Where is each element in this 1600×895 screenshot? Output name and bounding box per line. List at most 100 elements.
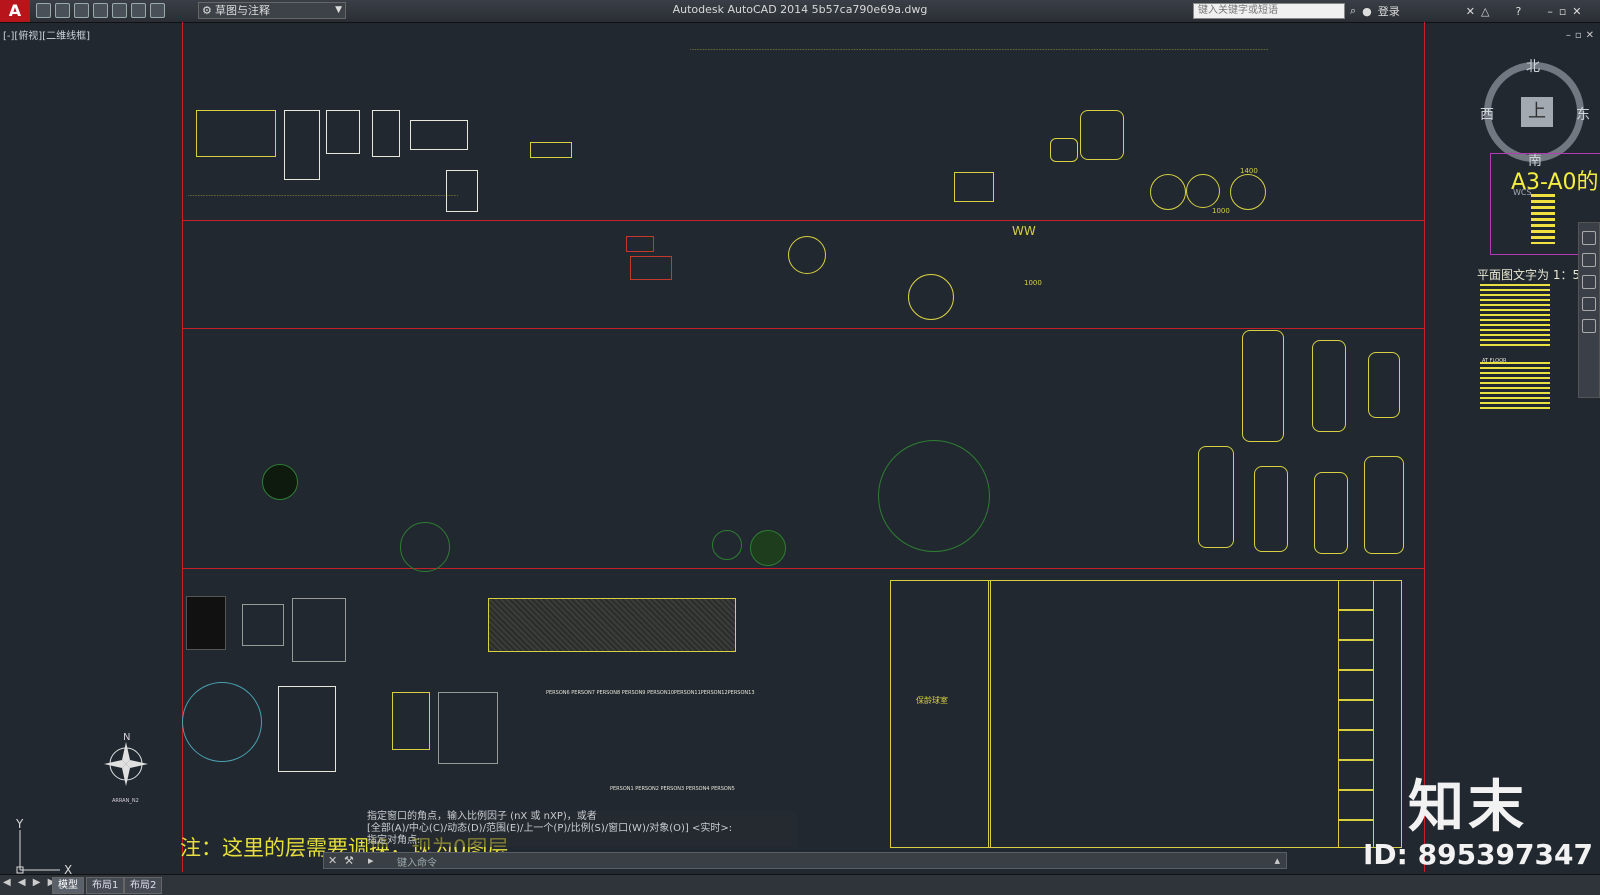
plant-block [262, 464, 298, 500]
watermark-id: ID: 895397347 [1363, 838, 1593, 871]
viewport-controls: – ▫ ✕ [1566, 30, 1594, 41]
viewcube-east[interactable]: 东 [1576, 104, 1590, 124]
plant-block [750, 530, 786, 566]
navigation-bar[interactable] [1578, 222, 1600, 398]
tab-model[interactable]: 模型 [52, 877, 84, 894]
minimize-icon[interactable]: – [1547, 5, 1553, 18]
text-legend-block [1480, 284, 1550, 346]
viewcube-west[interactable]: 西 [1480, 104, 1494, 124]
ww-label: WW [1012, 224, 1036, 238]
quick-access-toolbar [36, 3, 165, 18]
new-file-icon[interactable] [36, 3, 51, 18]
orbit-icon[interactable] [1582, 297, 1596, 311]
layout-tabs: ◀ ◀ ▶ ▶ 模型 布局1 布局2 [0, 874, 1600, 895]
tab-navigation[interactable]: ◀ ◀ ▶ ▶ [3, 877, 57, 888]
help-icon[interactable]: ? [1515, 5, 1521, 18]
red-frame-row2 [182, 328, 1425, 329]
viewport-restore[interactable]: ▫ [1575, 30, 1582, 41]
workspace-select[interactable]: ⚙ 草图与注释 ▼ [198, 2, 346, 19]
pattern-block [392, 692, 430, 750]
cad-block [284, 110, 320, 180]
floor-label: AT FLOOR [1482, 358, 1507, 364]
notes-text: ........................................… [690, 46, 1269, 52]
cad-block [788, 236, 826, 274]
close-icon[interactable]: ✕ [1572, 5, 1581, 18]
cad-block [626, 236, 654, 252]
recent-commands-icon[interactable]: ▸ [368, 854, 374, 867]
pan-icon[interactable] [1582, 253, 1596, 267]
text-legend-block [1480, 362, 1550, 412]
car-block [1242, 330, 1284, 442]
full-navigation-wheel-icon[interactable] [1582, 231, 1596, 245]
car-block [1198, 446, 1234, 548]
tree-block [878, 440, 990, 552]
zoom-icon[interactable] [1582, 275, 1596, 289]
print-icon[interactable] [112, 3, 127, 18]
top-right-toolbar: ⌕ ● 登录 ✕ △ ? – ▫ ✕ [1350, 3, 1582, 19]
north-label: N [123, 732, 130, 743]
login-link[interactable]: 登录 [1378, 3, 1400, 19]
car-block [1314, 472, 1348, 554]
viewport-minimize[interactable]: – [1566, 30, 1571, 41]
window-title: Autodesk AutoCAD 2014 5b57ca790e69a.dwg [672, 3, 928, 16]
undo-icon[interactable] [131, 3, 146, 18]
car-block [1368, 352, 1400, 418]
sheet-preview [1531, 194, 1555, 244]
cad-block [1230, 174, 1266, 210]
command-line[interactable]: ✕ ⚒ ▸ 键入命令 ▴ [323, 852, 1287, 869]
command-dropdown-icon[interactable]: ▴ [1274, 854, 1280, 867]
bowling-alley-ladder [1338, 580, 1374, 848]
car-block [1254, 466, 1288, 552]
redo-icon[interactable] [150, 3, 165, 18]
viewcube-face[interactable]: 上 [1521, 97, 1553, 127]
binoculars-icon[interactable]: ⌕ [1350, 4, 1356, 18]
search-input[interactable]: 键入关键字或短语 [1193, 3, 1345, 19]
dimension-text: 1400 [1240, 167, 1258, 175]
command-history: 指定窗口的角点，输入比例因子 (nX 或 nXP)，或者 [全部(A)/中心(C… [367, 811, 797, 847]
command-input[interactable]: 键入命令 [397, 854, 437, 869]
notes-text: ........................................… [188, 192, 459, 198]
drawing-canvas[interactable]: ........................................… [0, 22, 1600, 877]
exchange-icon[interactable]: ✕ [1466, 5, 1475, 18]
tab-layout2[interactable]: 布局2 [124, 877, 163, 894]
cad-block [1186, 174, 1220, 208]
pattern-block [278, 686, 336, 772]
viewcube-north[interactable]: 北 [1526, 56, 1540, 76]
command-history-line: 指定窗口的角点，输入比例因子 (nX 或 nXP)，或者 [367, 811, 597, 822]
bowling-alley-frame [890, 580, 1402, 848]
viewport-label[interactable]: [-][俯视][二维线框] [3, 27, 90, 42]
viewport-close[interactable]: ✕ [1586, 30, 1594, 41]
cad-block [196, 110, 276, 157]
save-as-icon[interactable] [93, 3, 108, 18]
ucs-y-label: Y [16, 818, 24, 831]
cad-block [326, 110, 360, 154]
open-file-icon[interactable] [55, 3, 70, 18]
autocad-logo[interactable]: A [0, 0, 30, 22]
ucs-icon: Y X [16, 818, 72, 877]
plant-block [712, 530, 742, 560]
persons-label-row2: PERSON1 PERSON2 PERSON3 PERSON4 PERSON5 [610, 786, 735, 792]
arrow-label: ARRAN_N2 [112, 798, 139, 804]
maximize-icon[interactable]: ▫ [1559, 5, 1566, 18]
user-icon[interactable]: ● [1362, 5, 1372, 18]
cad-block [954, 172, 994, 202]
close-command-icon[interactable]: ✕ [328, 854, 337, 867]
tab-layout1[interactable]: 布局1 [86, 877, 125, 894]
customize-icon[interactable]: ⚒ [344, 854, 354, 867]
autodesk-icon[interactable]: △ [1481, 5, 1489, 18]
showmotion-icon[interactable] [1582, 319, 1596, 333]
dimension-text: 1000 [1212, 207, 1230, 215]
north-arrow: N ARRAN_N2 [104, 732, 148, 804]
persons-label-row1: PERSON6 PERSON7 PERSON8 PERSON9 PERSON10… [546, 690, 755, 696]
viewcube[interactable]: 上 [1484, 62, 1584, 162]
red-frame-row3 [182, 568, 1425, 569]
hatch-block [242, 604, 284, 646]
car-block [1364, 456, 1404, 554]
court-label: 保龄球室 [916, 696, 948, 705]
hatch-strip [488, 598, 736, 652]
car-block [1312, 340, 1346, 432]
plant-block [400, 522, 450, 572]
command-history-line: [全部(A)/中心(C)/动态(D)/范围(E)/上一个(P)/比例(S)/窗口… [367, 823, 733, 834]
title-bar: A ⚙ 草图与注释 ▼ Autodesk AutoCAD 2014 5b57ca… [0, 0, 1600, 23]
save-icon[interactable] [74, 3, 89, 18]
